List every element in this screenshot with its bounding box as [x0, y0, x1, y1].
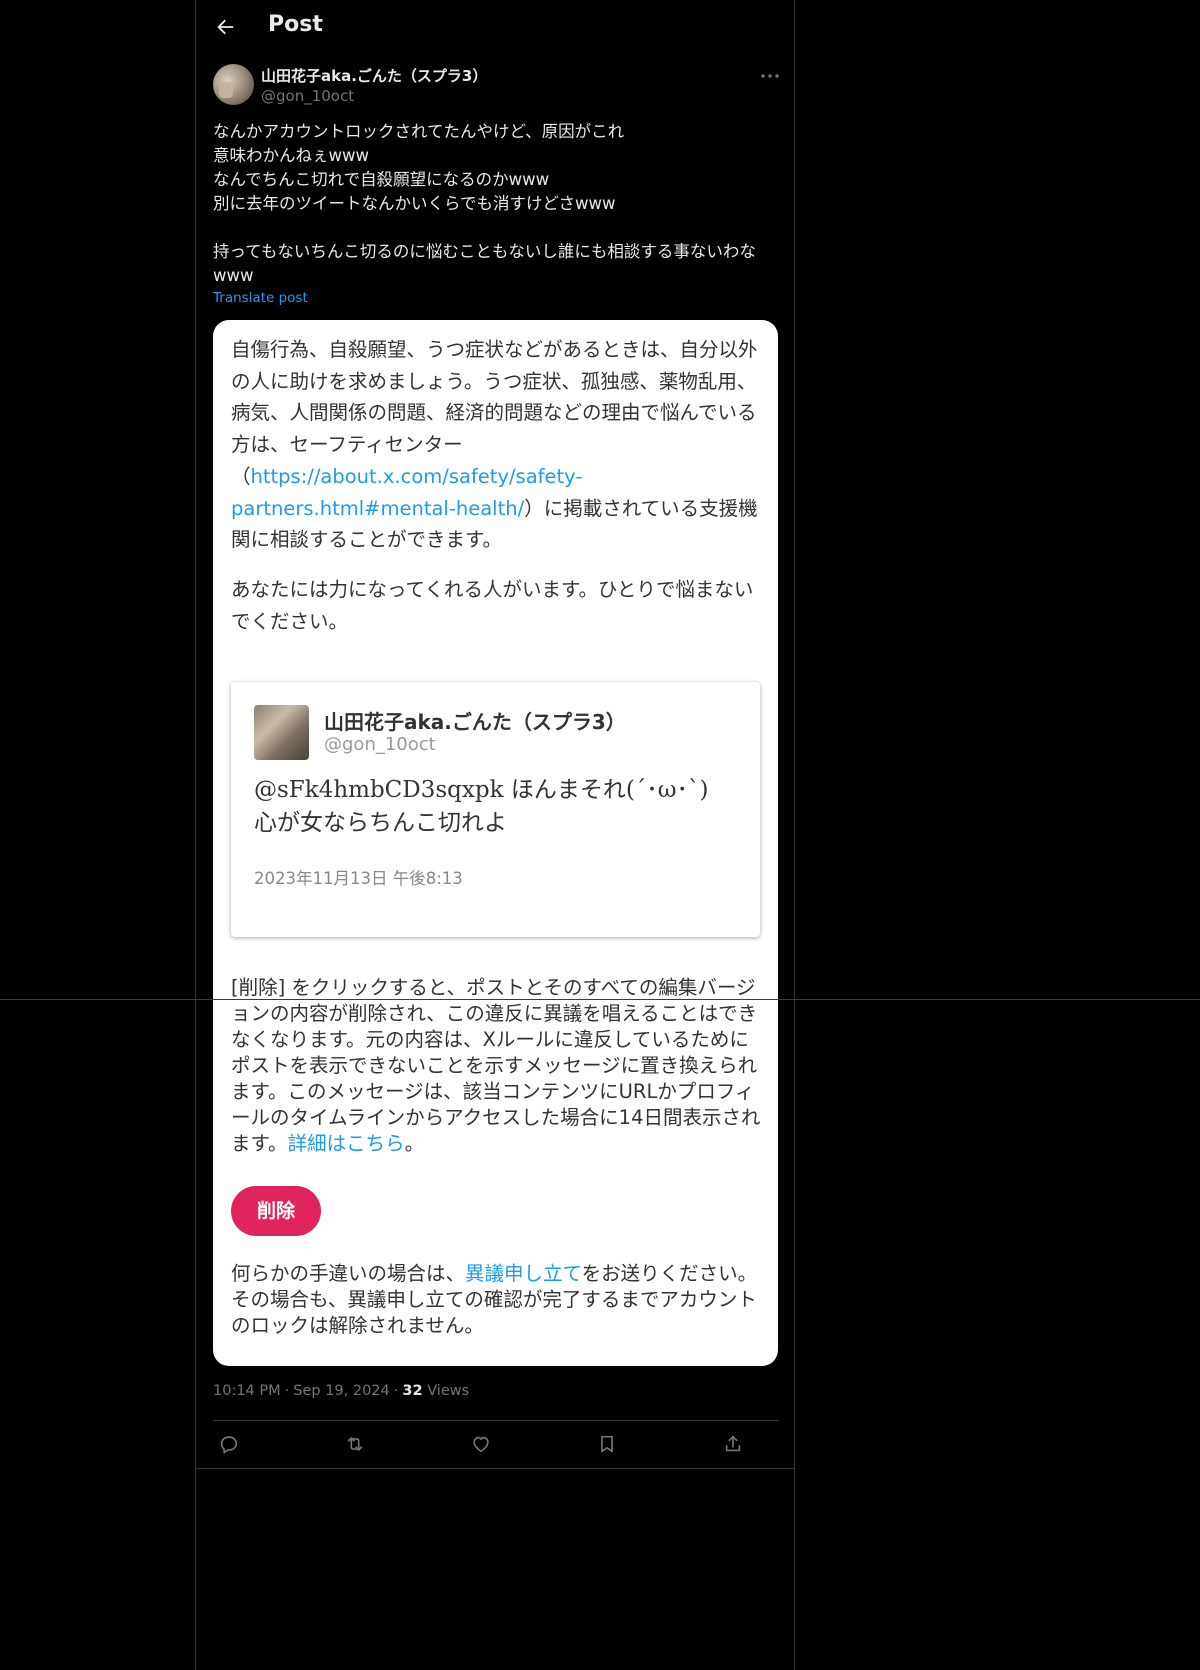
- avatar[interactable]: [213, 64, 254, 105]
- repost-icon[interactable]: [344, 1433, 366, 1455]
- post-line: なんかアカウントロックされてたんやけど、原因がこれ: [213, 122, 625, 141]
- post-detail-column: Post 山田花子aka.ごんた（スプラ3） @gon_10oct なんかアカウ…: [195, 0, 795, 1670]
- post-text: なんかアカウントロックされてたんやけど、原因がこれ 意味わかんねぇwww なんで…: [213, 120, 779, 288]
- post-line: 別に去年のツイートなんかいくらでも消すけどさwww: [213, 194, 616, 213]
- meta-separator: ·: [284, 1383, 290, 1399]
- attached-screenshot-card: 自傷行為、自殺願望、うつ症状などがあるときは、自分以外の人に助けを求めましょう。…: [213, 320, 778, 1366]
- back-arrow-icon[interactable]: [214, 16, 236, 38]
- action-bar: [213, 1420, 779, 1468]
- author-handle[interactable]: @gon_10oct: [261, 87, 354, 105]
- embedded-tweet: 山田花子aka.ごんた（スプラ3） @gon_10oct @sFk4hmbCD3…: [231, 682, 760, 937]
- share-icon[interactable]: [722, 1433, 744, 1455]
- delete-explanation-text: [削除] をクリックすると、ポストとそのすべての編集バージョンの内容が削除され、…: [231, 976, 761, 1155]
- like-icon[interactable]: [470, 1433, 492, 1455]
- embed-date: 2023年11月13日 午後8:13: [254, 869, 463, 888]
- embed-avatar: [254, 705, 309, 760]
- page-header: Post: [196, 0, 794, 54]
- safety-message: 自傷行為、自殺願望、うつ症状などがあるときは、自分以外の人に助けを求めましょう。…: [231, 334, 761, 556]
- post-line: なんでちんこ切れで自殺願望になるのかwww: [213, 170, 550, 189]
- learn-more-link[interactable]: 詳細はこちら: [288, 1132, 405, 1155]
- translate-post-link[interactable]: Translate post: [213, 290, 308, 306]
- reply-icon[interactable]: [218, 1433, 240, 1455]
- bookmark-icon[interactable]: [596, 1433, 618, 1455]
- post-meta: 10:14 PM · Sep 19, 2024 · 32 Views: [213, 1383, 469, 1399]
- post-line: 意味わかんねぇwww: [213, 146, 369, 165]
- appeal-explanation: 何らかの手違いの場合は、異議申し立てをお送りください。その場合も、異議申し立ての…: [231, 1261, 761, 1339]
- embed-author-handle: @gon_10oct: [324, 734, 436, 755]
- views-label: Views: [427, 1383, 470, 1399]
- meta-separator: ·: [393, 1383, 399, 1399]
- appeal-text: 何らかの手違いの場合は、: [231, 1262, 466, 1285]
- bottom-divider: [196, 1468, 794, 1469]
- delete-button[interactable]: 削除: [231, 1186, 321, 1236]
- post-line: 持ってもないちんこ切るのに悩むこともないし誰にも相談する事ないわなwww: [213, 242, 756, 285]
- post-time[interactable]: 10:14 PM: [213, 1383, 281, 1399]
- support-message: あなたには力になってくれる人がいます。ひとりで悩まないでください。: [231, 578, 754, 633]
- embed-author-name: 山田花子aka.ごんた（スプラ3）: [324, 710, 626, 734]
- screenshot-seam-line: [0, 999, 1200, 1000]
- post-date[interactable]: Sep 19, 2024: [293, 1383, 390, 1399]
- delete-explanation-end: 。: [404, 1132, 425, 1155]
- appeal-link[interactable]: 異議申し立て: [465, 1262, 582, 1285]
- page-title: Post: [268, 12, 323, 37]
- delete-explanation: [削除] をクリックすると、ポストとそのすべての編集バージョンの内容が削除され、…: [231, 975, 761, 1157]
- author-name[interactable]: 山田花子aka.ごんた（スプラ3）: [261, 65, 487, 86]
- more-icon[interactable]: [758, 64, 782, 88]
- views-count: 32: [402, 1383, 423, 1399]
- embed-text: @sFk4hmbCD3sqxpk ほんまそれ(´･ω･`) 心が女ならちんこ切れ…: [254, 777, 709, 836]
